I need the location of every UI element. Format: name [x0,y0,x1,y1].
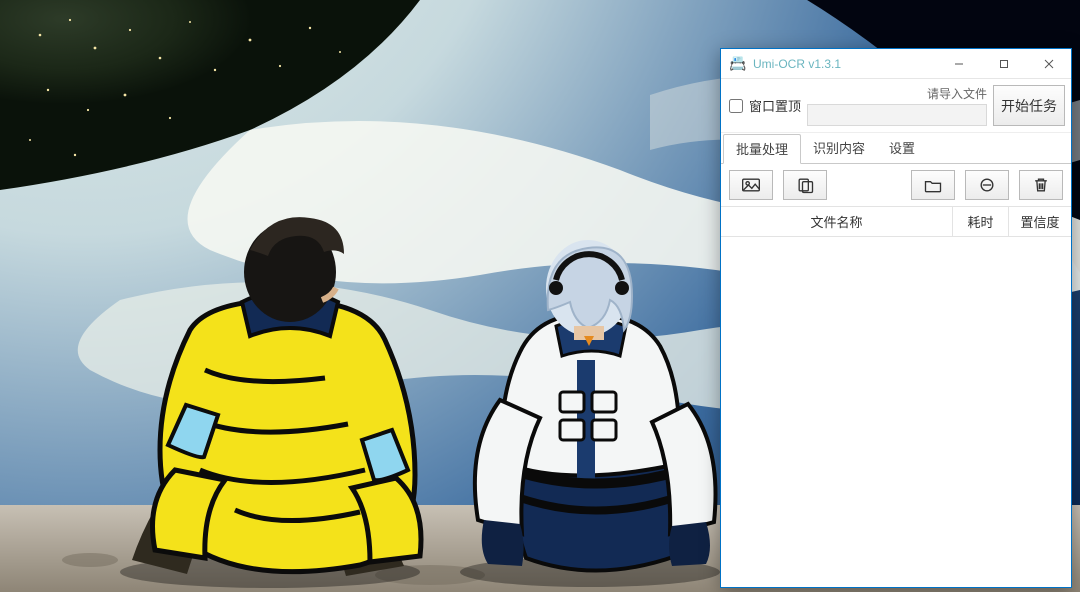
import-hint: 请导入文件 [927,85,987,102]
column-filename[interactable]: 文件名称 [721,207,953,236]
top-bar: 窗口置顶 请导入文件 开始任务 [721,79,1071,133]
screenshot-button[interactable] [729,170,773,200]
tab-settings[interactable]: 设置 [877,134,927,164]
minimize-button[interactable] [936,49,981,79]
window-title: Umi-OCR v1.3.1 [753,57,841,71]
toolbar [721,164,1071,206]
tab-batch[interactable]: 批量处理 [723,134,801,164]
maximize-button[interactable] [981,49,1026,79]
paste-button[interactable] [783,170,827,200]
start-task-button[interactable]: 开始任务 [993,85,1065,126]
app-window: 📇 Umi-OCR v1.3.1 窗口置顶 请导入文件 开始任务 批量处理 识别… [720,48,1072,588]
import-dropzone[interactable] [807,104,987,126]
folder-icon [923,176,943,194]
clear-icon [977,176,997,194]
pin-window-checkbox-input[interactable] [729,99,743,113]
app-icon: 📇 [729,55,747,73]
delete-button[interactable] [1019,170,1063,200]
tab-result[interactable]: 识别内容 [801,134,877,164]
column-time[interactable]: 耗时 [953,207,1009,236]
image-icon [741,176,761,194]
tab-strip: 批量处理 识别内容 设置 [721,133,1071,164]
titlebar[interactable]: 📇 Umi-OCR v1.3.1 [721,49,1071,79]
list-header: 文件名称 耗时 置信度 [721,206,1071,237]
import-area: 请导入文件 [807,85,987,126]
column-confidence[interactable]: 置信度 [1009,207,1071,236]
pin-window-label: 窗口置顶 [749,96,801,115]
open-folder-button[interactable] [911,170,955,200]
close-button[interactable] [1026,49,1071,79]
pin-window-checkbox[interactable]: 窗口置顶 [729,85,801,126]
file-list[interactable] [721,237,1071,587]
trash-icon [1031,176,1051,194]
clear-button[interactable] [965,170,1009,200]
clipboard-icon [795,176,815,194]
